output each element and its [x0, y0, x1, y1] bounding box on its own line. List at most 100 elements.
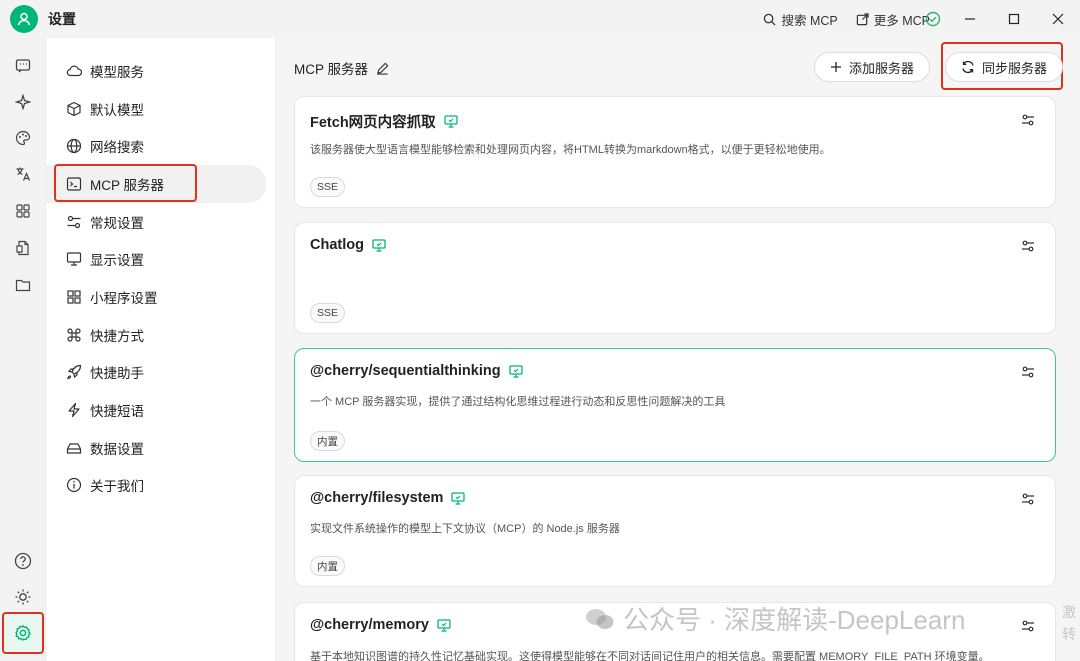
search-mcp-button[interactable]: 搜索 MCP: [763, 10, 838, 29]
nav-item-model-service[interactable]: 模型服务: [46, 52, 275, 90]
server-description: 实现文件系统操作的模型上下文协议（MCP）的 Node.js 服务器: [310, 523, 620, 535]
nav-item-default-model[interactable]: 默认模型: [46, 90, 275, 128]
window-title: 设置: [48, 11, 76, 27]
server-settings-button[interactable]: [1021, 619, 1035, 636]
palette-icon[interactable]: [13, 128, 33, 148]
close-button[interactable]: [1036, 0, 1080, 38]
server-type-badge: SSE: [310, 303, 346, 323]
server-settings-button[interactable]: [1021, 239, 1035, 256]
sync-server-label: 同步服务器: [982, 60, 1048, 76]
nav-item-label: 快捷短语: [90, 404, 144, 420]
settings-button[interactable]: [2, 612, 44, 654]
user-avatar[interactable]: [10, 5, 38, 33]
files-icon[interactable]: [13, 238, 33, 258]
nav-item-label: 常规设置: [90, 215, 144, 231]
sliders-icon: [1022, 366, 1034, 378]
sparkle-icon[interactable]: [13, 92, 33, 112]
server-type-badge: SSE: [310, 177, 346, 197]
edit-icon[interactable]: [376, 62, 389, 75]
external-link-icon: [856, 12, 869, 25]
settings-nav: 模型服务 默认模型 网络搜索 MCP 服务器 常规设置 显示设置 小程序设置 快…: [46, 38, 276, 661]
nav-item-quick-phrases[interactable]: 快捷短语: [46, 391, 275, 429]
server-type-badge: 内置: [310, 556, 345, 576]
minimize-icon: [965, 18, 975, 20]
server-settings-button[interactable]: [1021, 365, 1035, 382]
bolt-icon: [66, 402, 82, 418]
search-mcp-label: 搜索 MCP: [781, 13, 838, 28]
watermark-side-text: 激转: [1062, 604, 1076, 642]
folder-icon[interactable]: [13, 275, 33, 295]
mcp-server-card[interactable]: Chatlog SSE: [294, 222, 1056, 334]
nav-item-display-settings[interactable]: 显示设置: [46, 240, 275, 278]
nav-item-web-search[interactable]: 网络搜索: [46, 127, 275, 165]
server-name: Chatlog: [310, 237, 364, 253]
page-header: MCP 服务器: [294, 58, 389, 78]
sliders-icon: [1022, 114, 1034, 126]
nav-item-label: 关于我们: [90, 479, 144, 495]
cube-icon: [66, 101, 82, 117]
server-name: @cherry/memory: [310, 617, 429, 633]
server-description: 基于本地知识图谱的持久性记忆基础实现。这使得模型能够在不同对话间记住用户的相关信…: [310, 651, 990, 661]
sliders-icon: [1022, 620, 1034, 632]
monitor-icon: [444, 115, 458, 128]
help-icon[interactable]: [13, 551, 33, 571]
nav-item-general-settings[interactable]: 常规设置: [46, 203, 275, 241]
nav-item-label: 小程序设置: [90, 290, 158, 306]
server-description: 一个 MCP 服务器实现，提供了通过结构化思维过程进行动态和反思性问题解决的工具: [310, 396, 726, 408]
nav-item-about[interactable]: 关于我们: [46, 467, 275, 505]
mcp-server-card[interactable]: Fetch网页内容抓取 该服务器使大型语言模型能够检索和处理网页内容，将HTML…: [294, 96, 1056, 208]
sync-server-button[interactable]: 同步服务器: [945, 52, 1064, 82]
theme-icon[interactable]: [13, 587, 33, 607]
translate-icon[interactable]: [13, 164, 33, 184]
nav-item-label: 快捷方式: [90, 328, 144, 344]
monitor-icon: [66, 251, 82, 267]
command-icon: [66, 327, 82, 343]
server-description: 该服务器使大型语言模型能够检索和处理网页内容，将HTML转换为markdown格…: [310, 144, 831, 156]
nav-item-label: 网络搜索: [90, 140, 144, 156]
settings-icon: [15, 625, 31, 641]
page-title: MCP 服务器: [294, 62, 369, 77]
wechat-logo-icon: [586, 608, 614, 629]
rocket-icon: [66, 364, 82, 380]
nav-item-quick-assistant[interactable]: 快捷助手: [46, 354, 275, 392]
minimize-button[interactable]: [948, 0, 992, 38]
drive-icon: [66, 440, 82, 456]
sliders-icon: [1022, 240, 1034, 252]
nav-item-data-settings[interactable]: 数据设置: [46, 429, 275, 467]
info-icon: [66, 477, 82, 493]
maximize-button[interactable]: [992, 0, 1036, 38]
mcp-server-card[interactable]: @cherry/sequentialthinking 一个 MCP 服务器实现，…: [294, 348, 1056, 462]
sliders-icon: [1022, 493, 1034, 505]
server-name: @cherry/sequentialthinking: [310, 363, 501, 379]
nav-item-label: 数据设置: [90, 441, 144, 457]
globe-icon: [66, 138, 82, 154]
search-icon: [764, 13, 776, 26]
nav-item-mini-app-settings[interactable]: 小程序设置: [46, 278, 275, 316]
monitor-icon: [508, 364, 523, 378]
watermark: 公众号 · 深度解读-DeepLearn: [585, 600, 965, 637]
sliders-icon: [66, 214, 82, 230]
cloud-icon: [66, 63, 82, 79]
server-settings-button[interactable]: [1021, 113, 1035, 130]
icon-rail: [0, 38, 46, 661]
nav-item-shortcuts[interactable]: 快捷方式: [46, 316, 275, 354]
monitor-icon: [437, 618, 451, 632]
add-server-button[interactable]: 添加服务器: [814, 52, 931, 82]
server-name: @cherry/filesystem: [310, 490, 444, 506]
plus-icon: [831, 62, 841, 72]
mcp-server-card[interactable]: @cherry/filesystem 实现文件系统操作的模型上下文协议（MCP）…: [294, 475, 1056, 587]
grid-icon: [66, 289, 82, 305]
chat-icon[interactable]: [13, 56, 33, 76]
highlight-box: [54, 164, 197, 203]
main-panel: MCP 服务器 添加服务器 同步服务器 Fetch网页内容抓取 该服务器使大型语…: [276, 38, 1080, 661]
nav-item-mcp-server[interactable]: MCP 服务器: [46, 164, 266, 203]
nav-item-label: 默认模型: [90, 102, 144, 118]
server-settings-button[interactable]: [1021, 492, 1035, 509]
nav-item-label: 显示设置: [90, 253, 144, 269]
monitor-icon: [451, 491, 466, 505]
refresh-icon: [962, 60, 974, 74]
maximize-icon: [1008, 13, 1020, 25]
apps-icon[interactable]: [13, 201, 33, 221]
add-server-label: 添加服务器: [849, 60, 915, 76]
server-type-badge: 内置: [310, 431, 345, 451]
